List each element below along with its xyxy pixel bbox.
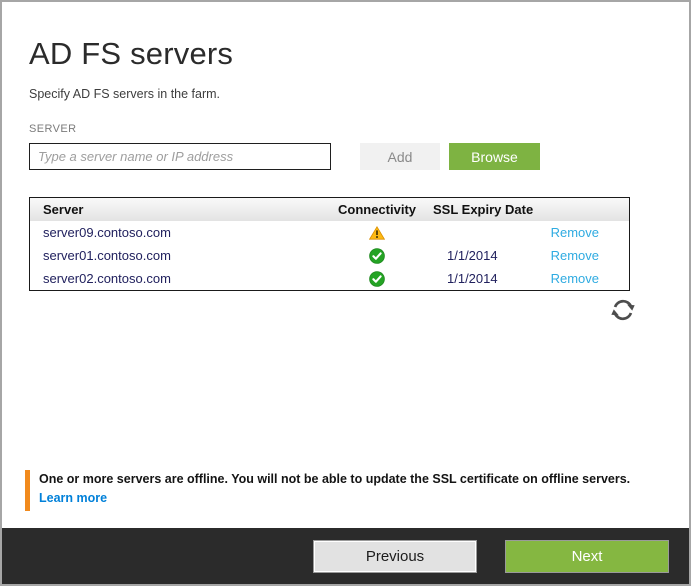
- adfs-servers-wizard-page: AD FS servers Specify AD FS servers in t…: [0, 0, 691, 586]
- server-name: server09.contoso.com: [43, 225, 171, 240]
- refresh-button[interactable]: [605, 292, 641, 328]
- table-row: server09.contoso.com Remove: [30, 221, 629, 244]
- previous-button[interactable]: Previous: [313, 540, 477, 573]
- success-check-icon: [369, 247, 385, 264]
- column-header-ssl-expiry: SSL Expiry Date: [433, 202, 534, 217]
- server-name: server01.contoso.com: [43, 248, 171, 263]
- next-button[interactable]: Next: [505, 540, 669, 573]
- server-field-label: SERVER: [29, 123, 77, 135]
- page-title: AD FS servers: [29, 36, 234, 71]
- refresh-icon: [608, 295, 638, 325]
- page-subtitle: Specify AD FS servers in the farm.: [29, 87, 221, 101]
- ssl-expiry-date: 1/1/2014: [447, 248, 498, 263]
- learn-more-link[interactable]: Learn more: [39, 491, 107, 505]
- warning-message: One or more servers are offline. You wil…: [39, 472, 631, 486]
- table-row: server02.contoso.com 1/1/2014 Remove: [30, 267, 629, 290]
- success-check-icon: [369, 270, 385, 287]
- ssl-expiry-date: 1/1/2014: [447, 271, 498, 286]
- add-button[interactable]: Add: [360, 143, 440, 170]
- remove-link[interactable]: Remove: [551, 271, 599, 286]
- remove-link[interactable]: Remove: [551, 225, 599, 240]
- warning-accent-bar: [25, 470, 30, 511]
- column-header-connectivity: Connectivity: [337, 202, 416, 217]
- table-row: server01.contoso.com 1/1/2014 Remove: [30, 244, 629, 267]
- server-name: server02.contoso.com: [43, 271, 171, 286]
- warning-icon: [368, 226, 386, 240]
- table-header-row: Server Connectivity SSL Expiry Date: [30, 198, 629, 221]
- server-input[interactable]: [29, 143, 331, 170]
- servers-table: Server Connectivity SSL Expiry Date serv…: [29, 197, 630, 291]
- remove-link[interactable]: Remove: [551, 248, 599, 263]
- browse-button[interactable]: Browse: [449, 143, 540, 170]
- footer-bar: Previous Next: [2, 528, 689, 584]
- column-header-server: Server: [43, 202, 84, 217]
